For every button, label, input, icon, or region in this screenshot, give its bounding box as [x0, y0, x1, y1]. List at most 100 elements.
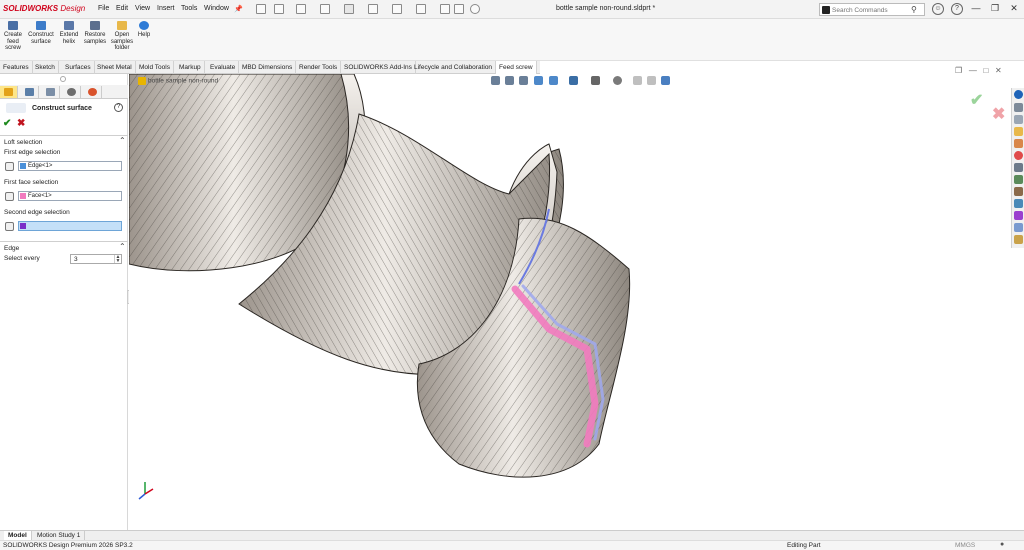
status-settings-icon[interactable]: ●: [1000, 541, 1004, 548]
open-folder-icon[interactable]: [296, 4, 306, 14]
dynamic-annotation-icon[interactable]: [549, 76, 558, 85]
redo-icon[interactable]: [392, 4, 402, 14]
design-library-icon[interactable]: [1014, 103, 1023, 112]
open-samples-folder-button[interactable]: Open samples folder: [110, 21, 134, 52]
close-button[interactable]: ✕: [1008, 3, 1020, 14]
extend-helix-button[interactable]: Extend helix: [58, 21, 80, 45]
save-icon[interactable]: [320, 4, 330, 14]
search-icon[interactable]: ⚲: [911, 5, 917, 14]
create-feed-screw-button[interactable]: Create feed screw: [3, 21, 23, 52]
second-edge-field[interactable]: [18, 221, 122, 231]
solidworks-logo[interactable]: SOLIDWORKS Design: [3, 4, 85, 13]
unit-system[interactable]: MMGS: [955, 542, 975, 549]
loft-selection-section[interactable]: Loft selection ⌃: [0, 135, 128, 146]
print-icon[interactable]: [344, 4, 354, 14]
file-properties-icon[interactable]: [454, 4, 464, 14]
tab-markup[interactable]: Markup: [176, 61, 205, 74]
toolbox-icon[interactable]: [1014, 187, 1023, 196]
options-gear-icon[interactable]: [470, 4, 480, 14]
tab-lifecycle-and-collaboration[interactable]: Lifecycle and Collaboration: [411, 61, 497, 74]
menu-window[interactable]: Window: [204, 5, 229, 12]
hide-show-items-icon[interactable]: [613, 76, 622, 85]
recent-icon[interactable]: [1014, 223, 1023, 232]
search-input[interactable]: [832, 5, 910, 15]
tab-configuration[interactable]: [42, 86, 60, 98]
select-every-spinbox[interactable]: 3 ▲ ▼: [70, 254, 122, 264]
configuration-icon: [46, 88, 55, 96]
help-icon[interactable]: ?: [951, 3, 963, 15]
section-view-icon[interactable]: [534, 76, 543, 85]
apply-scene-icon[interactable]: [647, 76, 656, 85]
tab-render-tools[interactable]: Render Tools: [296, 61, 342, 74]
pin-icon[interactable]: 📌: [234, 5, 243, 13]
menu-view[interactable]: View: [135, 5, 150, 12]
select-icon[interactable]: [416, 4, 426, 14]
tab-property-manager[interactable]: [0, 86, 18, 98]
menu-edit[interactable]: Edit: [116, 5, 128, 12]
chevron-up-icon[interactable]: ⌃: [119, 136, 126, 145]
zoom-to-fit-icon[interactable]: [491, 76, 500, 85]
tab-evaluate[interactable]: Evaluate: [207, 61, 240, 74]
folder-icon[interactable]: [1014, 127, 1023, 136]
chevron-up-icon[interactable]: ⌃: [119, 242, 126, 251]
first-face-field[interactable]: Face<1>: [18, 191, 122, 201]
tile-icon[interactable]: ❐: [955, 66, 962, 75]
panel-grip-icon[interactable]: [60, 76, 66, 82]
previous-view-icon[interactable]: [519, 76, 528, 85]
tab-sketch[interactable]: Sketch: [32, 61, 59, 74]
tab-feature-tree[interactable]: [21, 86, 39, 98]
view-palette-icon[interactable]: [1014, 139, 1023, 148]
undo-icon[interactable]: [368, 4, 378, 14]
solidworks-resources-icon[interactable]: [1014, 90, 1023, 99]
forum-icon[interactable]: [1014, 199, 1023, 208]
feature-tree-flyout[interactable]: bottle sample non-round: [138, 77, 218, 85]
close-icon[interactable]: ✕: [995, 66, 1002, 75]
graphics-area[interactable]: [129, 74, 1011, 530]
edit-notes-icon[interactable]: [1014, 235, 1023, 244]
maximize-icon[interactable]: □: [984, 66, 989, 75]
home-icon[interactable]: [1014, 175, 1023, 184]
home-icon[interactable]: [256, 4, 266, 14]
search-commands-field[interactable]: ⚲: [819, 3, 925, 16]
new-document-icon[interactable]: [274, 4, 284, 14]
cancel-button[interactable]: ✖: [17, 118, 25, 129]
minimize-icon[interactable]: —: [969, 66, 977, 75]
restore-samples-button[interactable]: Restore samples: [82, 21, 108, 45]
edge-section[interactable]: Edge ⌃: [0, 241, 128, 252]
tab-feed-screw[interactable]: Feed screw: [496, 61, 537, 74]
account-icon[interactable]: ☺: [932, 3, 944, 15]
search-scope-icon[interactable]: [822, 6, 830, 14]
rebuild-icon[interactable]: [440, 4, 450, 14]
help-button[interactable]: Help: [136, 21, 152, 39]
tab-dimxpert[interactable]: [63, 86, 81, 98]
menu-tools[interactable]: Tools: [181, 5, 197, 12]
menu-file[interactable]: File: [98, 5, 109, 12]
play-icon[interactable]: [1014, 211, 1023, 220]
feed-screw-model[interactable]: [129, 74, 1011, 530]
tab-sheet-metal[interactable]: Sheet Metal: [94, 61, 136, 74]
display-style-icon[interactable]: [591, 76, 600, 85]
restore-button[interactable]: ❐: [989, 3, 1001, 14]
file-explorer-icon[interactable]: [1014, 115, 1023, 124]
tab-display-manager[interactable]: [84, 86, 102, 98]
confirm-cancel-icon[interactable]: ✖: [992, 104, 1005, 124]
zoom-to-area-icon[interactable]: [505, 76, 514, 85]
confirm-ok-icon[interactable]: ✔: [970, 90, 983, 110]
tab-features[interactable]: Features: [0, 61, 33, 74]
edit-appearance-icon[interactable]: [633, 76, 642, 85]
first-edge-field[interactable]: Edge<1>: [18, 161, 122, 171]
menu-insert[interactable]: Insert: [157, 5, 175, 12]
tab-surfaces[interactable]: Surfaces: [62, 61, 95, 74]
help-icon[interactable]: ?: [114, 103, 123, 112]
view-orientation-icon[interactable]: [569, 76, 578, 85]
custom-properties-icon[interactable]: [1014, 163, 1023, 172]
minimize-button[interactable]: —: [970, 3, 982, 13]
spin-arrows-icon[interactable]: ▲ ▼: [114, 255, 121, 264]
tab-mold-tools[interactable]: Mold Tools: [136, 61, 174, 74]
ok-button[interactable]: ✔: [3, 118, 11, 129]
tab-mbd-dimensions[interactable]: MBD Dimensions: [239, 61, 297, 74]
view-settings-icon[interactable]: [661, 76, 670, 85]
appearances-icon[interactable]: [1014, 151, 1023, 160]
tab-solidworks-add-ins[interactable]: SOLIDWORKS Add-Ins: [341, 61, 416, 74]
construct-surface-button[interactable]: Construct surface: [26, 21, 56, 45]
